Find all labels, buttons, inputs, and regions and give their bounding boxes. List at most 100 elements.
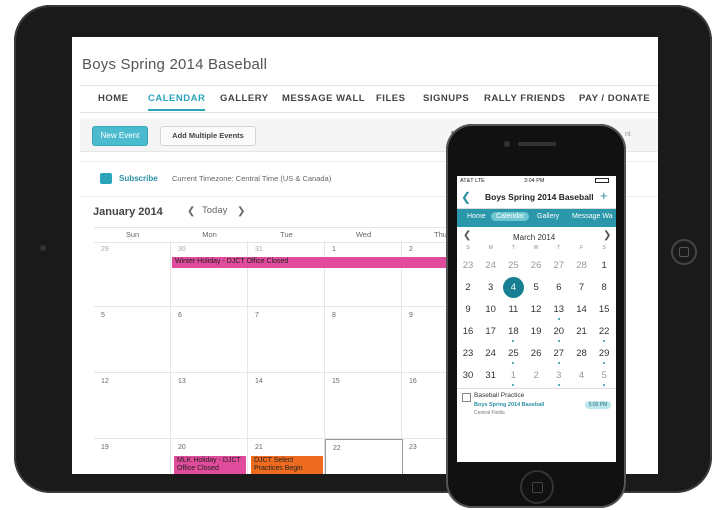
phone-day[interactable]: 28 — [571, 255, 593, 277]
phone-day[interactable]: 13 — [548, 299, 570, 321]
phone-day[interactable]: 31 — [480, 365, 502, 387]
phone-day[interactable]: 20 — [548, 321, 570, 343]
phone-day[interactable]: 16 — [457, 321, 479, 343]
plus-icon[interactable]: + — [600, 188, 608, 203]
phone-day[interactable]: 15 — [593, 299, 615, 321]
phone-day[interactable]: 22 — [593, 321, 615, 343]
phone-day[interactable]: 21 — [571, 321, 593, 343]
calendar-subscribe-icon[interactable] — [100, 173, 112, 184]
day-cell[interactable]: 30 — [171, 241, 248, 307]
day-cell[interactable]: 6 — [171, 307, 248, 373]
day-cell[interactable]: 13 — [171, 373, 248, 439]
chevron-left-icon[interactable]: ❮ — [463, 230, 471, 241]
chevron-right-icon[interactable]: ❯ — [237, 206, 245, 217]
phone-camera — [504, 141, 510, 147]
phone-day[interactable]: 5 — [525, 277, 547, 299]
phone-home-button[interactable] — [520, 470, 554, 504]
chevron-left-icon[interactable]: ❮ — [187, 206, 195, 217]
day-cell[interactable]: 29 — [94, 241, 171, 307]
event-list-item[interactable]: Baseball Practice Boys Spring 2014 Baseb… — [457, 388, 616, 423]
phone-day[interactable]: 19 — [525, 321, 547, 343]
phone-day[interactable]: 27 — [548, 255, 570, 277]
day-cell[interactable]: 12 — [94, 373, 171, 439]
day-cell[interactable]: 19 — [94, 439, 171, 474]
day-cell[interactable]: 7 — [248, 307, 325, 373]
phone-day[interactable]: 3 — [480, 277, 502, 299]
phone-day[interactable]: 1 — [502, 365, 524, 387]
event-dot — [603, 362, 606, 364]
nav-pay-donate[interactable]: PAY / DONATE — [579, 93, 650, 104]
phone-day-number: 29 — [598, 348, 610, 359]
phone-day[interactable]: 25 — [502, 255, 524, 277]
phone-month-grid: 23 24 25 26 27 28 1 2 3 4 5 6 7 8 9 10 11 12 13 14 15 16 17 18 1… — [457, 255, 616, 387]
weekday-label: Wed — [355, 230, 372, 239]
phone-day-number: 28 — [576, 260, 587, 271]
phone-day[interactable]: 14 — [571, 299, 593, 321]
phone-day[interactable]: 9 — [457, 299, 479, 321]
subscribe-link[interactable]: Subscribe — [119, 174, 158, 183]
day-cell[interactable]: 5 — [94, 307, 171, 373]
phone-day[interactable]: 2 — [457, 277, 479, 299]
phone-day-number: 31 — [485, 370, 496, 381]
phone-day[interactable]: 8 — [593, 277, 615, 299]
day-number: 9 — [409, 312, 413, 319]
phone-day[interactable]: 25 — [502, 343, 524, 365]
phone-day[interactable]: 6 — [548, 277, 570, 299]
phone-day[interactable]: 23 — [457, 255, 479, 277]
phone-day[interactable]: 10 — [480, 299, 502, 321]
day-cell[interactable]: 15 — [325, 373, 402, 439]
phone-day[interactable]: 1 — [593, 255, 615, 277]
phone-day[interactable]: 30 — [457, 365, 479, 387]
phone-day[interactable]: 29 — [593, 343, 615, 365]
tab-message-wall[interactable]: Message Wa — [572, 213, 613, 220]
new-event-button[interactable]: New Event — [92, 126, 148, 146]
nav-calendar[interactable]: CALENDAR — [148, 93, 206, 111]
phone-day-number: 16 — [462, 326, 474, 337]
phone-day[interactable]: 12 — [525, 299, 547, 321]
tab-calendar[interactable]: Calendar — [491, 212, 530, 221]
today-button[interactable]: Today — [202, 205, 227, 216]
tab-home[interactable]: Home — [467, 213, 486, 220]
phone-day[interactable]: 3 — [548, 365, 570, 387]
phone-day[interactable]: 23 — [457, 343, 479, 365]
day-cell-today[interactable]: 22 — [325, 439, 403, 474]
tablet-home-button[interactable] — [671, 239, 697, 265]
phone-day[interactable]: 27 — [548, 343, 570, 365]
phone-day[interactable]: 28 — [571, 343, 593, 365]
event-winter-holiday[interactable]: Winter Holiday - DJCT Office Closed — [172, 257, 492, 268]
nav-message-wall[interactable]: MESSAGE WALL — [282, 93, 365, 104]
phone-day[interactable]: 11 — [502, 299, 524, 321]
phone-tabs: Home Calendar Gallery Message Wa — [457, 209, 616, 227]
nav-rally-friends[interactable]: RALLY FRIENDS — [484, 93, 565, 104]
day-cell[interactable]: 1 — [325, 241, 402, 307]
nav-gallery[interactable]: GALLERY — [220, 93, 269, 104]
phone-day[interactable]: 26 — [525, 343, 547, 365]
nav-files[interactable]: FILES — [376, 93, 405, 104]
day-cell[interactable]: 14 — [248, 373, 325, 439]
month-grid: 29 30 31 1 2 5 6 7 8 9 12 13 14 15 16 19… — [94, 241, 494, 474]
phone-day[interactable]: 7 — [571, 277, 593, 299]
add-multiple-events-button[interactable]: Add Multiple Events — [160, 126, 256, 146]
day-number: 7 — [255, 312, 259, 319]
phone-day[interactable]: 24 — [480, 255, 502, 277]
phone-day[interactable]: 24 — [480, 343, 502, 365]
day-number: 31 — [255, 246, 263, 253]
day-cell[interactable]: 31 — [248, 241, 325, 307]
nav-signups[interactable]: SIGNUPS — [423, 93, 469, 104]
chevron-left-icon[interactable]: ❮ — [461, 190, 471, 204]
phone-day[interactable]: 18 — [502, 321, 524, 343]
tab-gallery[interactable]: Gallery — [537, 213, 559, 220]
phone-day[interactable]: 5 — [593, 365, 615, 387]
chevron-right-icon[interactable]: ❯ — [603, 230, 611, 241]
phone-day[interactable]: 17 — [480, 321, 502, 343]
event-select-practices[interactable]: DJCT Select Practices Begin — [251, 456, 323, 474]
toolbar-tail-text[interactable]: nt — [625, 131, 631, 138]
phone-day-number: 5 — [601, 370, 607, 381]
phone-day[interactable]: 4 — [502, 277, 525, 299]
phone-day[interactable]: 2 — [525, 365, 547, 387]
phone-day[interactable]: 4 — [571, 365, 593, 387]
day-cell[interactable]: 8 — [325, 307, 402, 373]
event-mlk-holiday[interactable]: MLK Holiday - DJCT Office Closed — [174, 456, 246, 474]
phone-day[interactable]: 26 — [525, 255, 547, 277]
nav-home[interactable]: HOME — [98, 93, 129, 104]
